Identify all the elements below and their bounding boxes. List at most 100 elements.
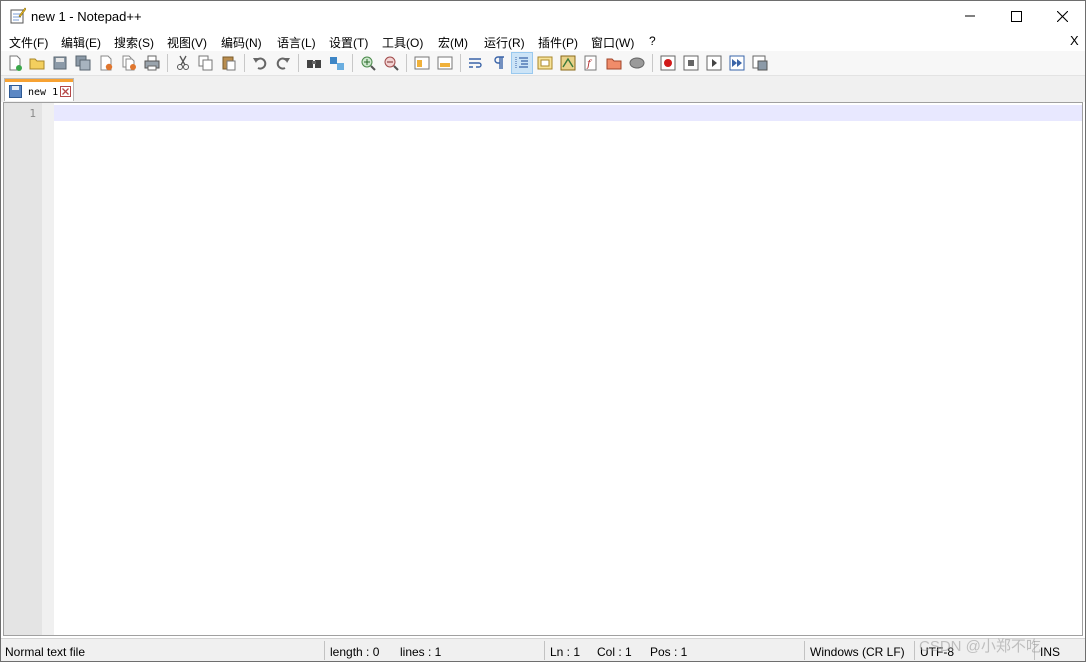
sync-vertical-icon bbox=[414, 56, 430, 70]
menu-plugins[interactable]: 插件(P) bbox=[538, 34, 578, 51]
line-number-gutter: 1 bbox=[4, 103, 42, 635]
replace-button[interactable] bbox=[327, 53, 347, 73]
redo-icon bbox=[276, 57, 290, 70]
save-macro-icon bbox=[752, 55, 768, 71]
play-macro-button[interactable] bbox=[704, 53, 724, 73]
status-separator bbox=[914, 641, 915, 660]
save-all-icon bbox=[75, 55, 91, 71]
minimize-icon bbox=[965, 15, 975, 17]
menu-window[interactable]: 窗口(W) bbox=[591, 34, 634, 51]
menu-encoding[interactable]: 编码(N) bbox=[221, 34, 262, 51]
word-wrap-button[interactable] bbox=[466, 53, 486, 73]
current-line-highlight bbox=[54, 105, 1082, 121]
close-icon bbox=[100, 55, 113, 71]
doc-map-icon bbox=[560, 55, 576, 71]
fold-margin[interactable] bbox=[42, 103, 54, 635]
menu-view[interactable]: 视图(V) bbox=[167, 34, 207, 51]
folder-workspace-button[interactable] bbox=[604, 53, 624, 73]
minimize-button[interactable] bbox=[947, 1, 993, 31]
close-icon bbox=[1056, 10, 1068, 22]
status-col: Col : 1 bbox=[597, 645, 632, 659]
undo-button[interactable] bbox=[250, 53, 270, 73]
toolbar-separator bbox=[652, 54, 653, 72]
menu-run[interactable]: 运行(R) bbox=[484, 34, 525, 51]
close-all-icon bbox=[122, 55, 136, 71]
title-bar[interactable]: new 1 - Notepad++ bbox=[1, 1, 1085, 31]
paste-button[interactable] bbox=[219, 53, 239, 73]
paste-icon bbox=[222, 56, 236, 71]
user-lang-button[interactable] bbox=[535, 53, 555, 73]
close-all-button[interactable] bbox=[119, 53, 139, 73]
toolbar-separator bbox=[352, 54, 353, 72]
toolbar-separator bbox=[406, 54, 407, 72]
toolbar-separator bbox=[298, 54, 299, 72]
toolbar-separator bbox=[460, 54, 461, 72]
toolbar-separator bbox=[244, 54, 245, 72]
zoom-out-button[interactable] bbox=[381, 53, 401, 73]
maximize-icon bbox=[1010, 10, 1022, 22]
zoom-in-button[interactable] bbox=[358, 53, 378, 73]
saved-status-icon bbox=[9, 85, 22, 98]
record-macro-button[interactable] bbox=[658, 53, 678, 73]
tab-label: new 1 bbox=[28, 87, 59, 98]
menu-language[interactable]: 语言(L) bbox=[277, 34, 316, 51]
open-file-button[interactable] bbox=[27, 53, 47, 73]
status-eol[interactable]: Windows (CR LF) bbox=[810, 645, 905, 659]
function-list-button[interactable]: f bbox=[581, 53, 601, 73]
new-file-icon bbox=[9, 55, 22, 71]
copy-button[interactable] bbox=[196, 53, 216, 73]
close-document-button[interactable]: X bbox=[1070, 33, 1079, 48]
status-file-type: Normal text file bbox=[5, 645, 86, 659]
status-insert-mode[interactable]: INS bbox=[1040, 645, 1060, 659]
notepad-window: new 1 - Notepad++ 文件(F) 编辑(E) 搜索(S) 视图(V… bbox=[0, 0, 1086, 662]
save-icon bbox=[53, 56, 67, 70]
save-macro-button[interactable] bbox=[750, 53, 770, 73]
show-all-chars-icon bbox=[494, 56, 504, 69]
find-icon bbox=[307, 60, 321, 68]
new-file-button[interactable] bbox=[5, 53, 25, 73]
status-ln: Ln : 1 bbox=[550, 645, 581, 659]
menu-help[interactable]: ? bbox=[649, 34, 656, 48]
menu-bar: 文件(F) 编辑(E) 搜索(S) 视图(V) 编码(N) 语言(L) 设置(T… bbox=[1, 31, 1085, 51]
close-window-button[interactable] bbox=[1039, 1, 1085, 31]
sync-horizontal-button[interactable] bbox=[435, 53, 455, 73]
save-all-button[interactable] bbox=[73, 53, 93, 73]
window-title: new 1 - Notepad++ bbox=[31, 9, 142, 24]
stop-record-button[interactable] bbox=[681, 53, 701, 73]
cut-button[interactable] bbox=[173, 53, 193, 73]
menu-edit[interactable]: 编辑(E) bbox=[61, 34, 101, 51]
doc-map-button[interactable] bbox=[558, 53, 578, 73]
redo-button[interactable] bbox=[273, 53, 293, 73]
save-button[interactable] bbox=[50, 53, 70, 73]
line-number: 1 bbox=[29, 107, 36, 120]
play-macro-icon bbox=[706, 55, 722, 71]
indent-guide-button[interactable] bbox=[511, 52, 533, 74]
tab-close-icon[interactable] bbox=[60, 86, 71, 97]
menu-macro[interactable]: 宏(M) bbox=[438, 34, 468, 51]
find-button[interactable] bbox=[304, 53, 324, 73]
print-button[interactable] bbox=[142, 53, 162, 73]
maximize-button[interactable] bbox=[993, 1, 1039, 31]
toolbar-separator bbox=[167, 54, 168, 72]
indent-guide-icon bbox=[515, 57, 528, 69]
close-button[interactable] bbox=[96, 53, 116, 73]
notepad-app-icon bbox=[10, 7, 26, 24]
tab-new-1[interactable]: new 1 bbox=[4, 78, 74, 101]
menu-settings[interactable]: 设置(T) bbox=[329, 34, 368, 51]
menu-file[interactable]: 文件(F) bbox=[9, 34, 48, 51]
word-wrap-icon bbox=[469, 58, 482, 68]
sync-vertical-button[interactable] bbox=[412, 53, 432, 73]
menu-search[interactable]: 搜索(S) bbox=[114, 34, 154, 51]
replace-icon bbox=[330, 57, 344, 70]
status-lines: lines : 1 bbox=[400, 645, 442, 659]
status-length: length : 0 bbox=[330, 645, 380, 659]
monitor-button[interactable] bbox=[627, 53, 647, 73]
menu-tools[interactable]: 工具(O) bbox=[382, 34, 423, 51]
show-all-chars-button[interactable] bbox=[489, 53, 509, 73]
run-macro-multiple-button[interactable] bbox=[727, 53, 747, 73]
cut-icon bbox=[177, 55, 189, 70]
text-editor[interactable]: 1 bbox=[3, 102, 1083, 636]
print-icon bbox=[144, 55, 160, 71]
run-macro-multiple-icon bbox=[729, 55, 745, 71]
folder-workspace-icon bbox=[606, 58, 622, 70]
